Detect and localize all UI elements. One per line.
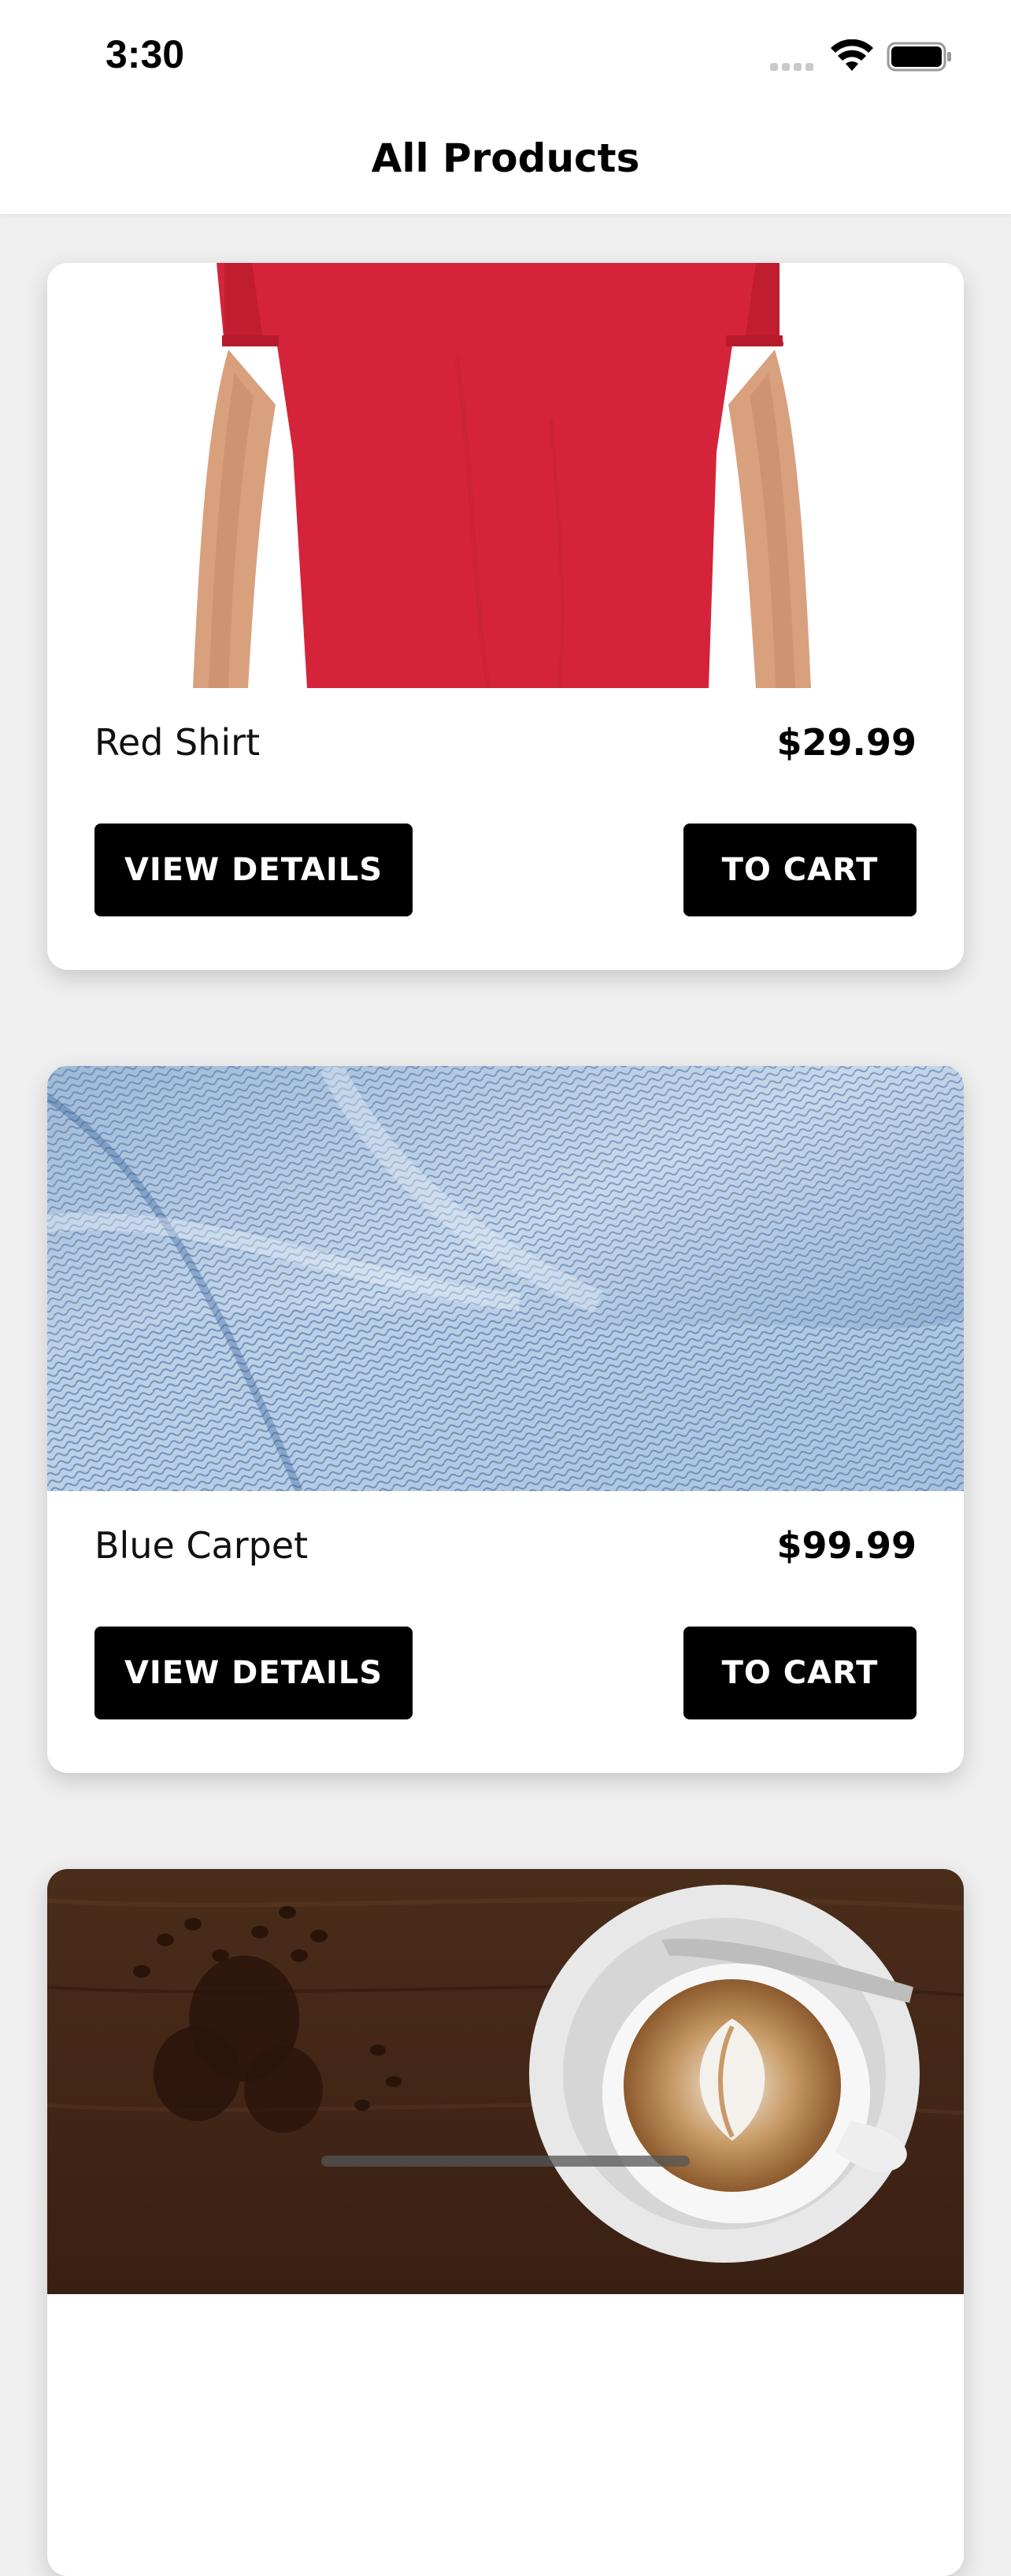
product-name: Blue Carpet — [94, 1524, 309, 1567]
product-card: Red Shirt $29.99 VIEW DETAILS TO CART — [47, 263, 964, 970]
status-time: 3:30 — [106, 32, 185, 76]
to-cart-button[interactable]: TO CART — [683, 1627, 917, 1719]
to-cart-button[interactable]: TO CART — [683, 824, 917, 916]
product-price: $99.99 — [776, 1524, 917, 1567]
view-details-button[interactable]: VIEW DETAILS — [94, 1627, 413, 1719]
product-price: $29.99 — [776, 721, 917, 764]
app-header: 3:30 All Products — [0, 0, 1011, 214]
page-title: All Products — [371, 135, 640, 181]
product-name: Red Shirt — [94, 721, 261, 764]
home-indicator — [321, 2156, 690, 2167]
battery-icon — [887, 42, 951, 72]
product-card — [47, 1869, 964, 2576]
view-details-button[interactable]: VIEW DETAILS — [94, 824, 413, 916]
coffee-image — [47, 1869, 964, 2294]
red-shirt-image — [47, 263, 964, 688]
cellular-signal-icon — [770, 63, 817, 71]
blue-carpet-image — [47, 1066, 964, 1491]
wifi-icon — [831, 39, 873, 71]
product-card: Blue Carpet $99.99 VIEW DETAILS TO CART — [47, 1066, 964, 1773]
